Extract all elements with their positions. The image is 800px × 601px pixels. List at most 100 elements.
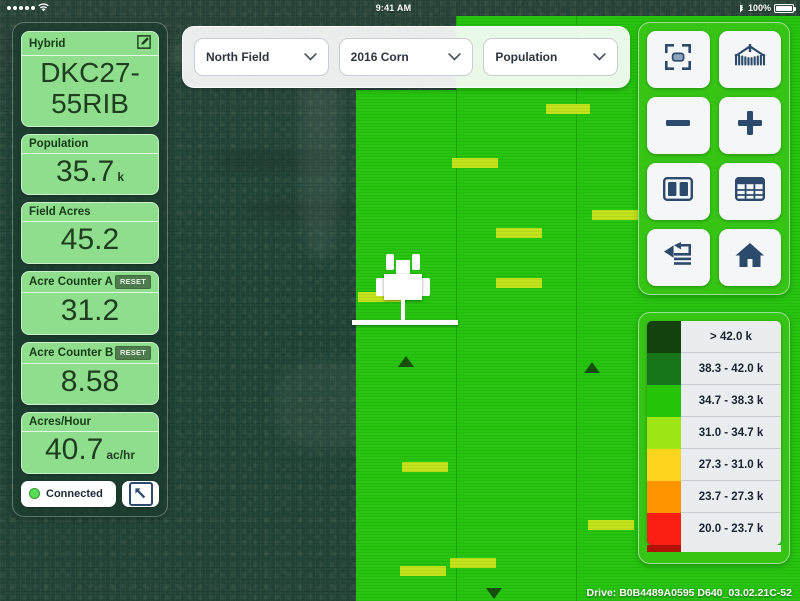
chevron-down-icon	[304, 50, 317, 64]
metric-card-acre-counter-b[interactable]: Acre Counter BRESET 8.58	[21, 342, 159, 406]
legend-swatch	[647, 417, 681, 449]
status-bar-time: 9:41 AM	[49, 3, 738, 13]
metric-card-value: 8.58	[61, 365, 119, 399]
legend-range-label: > 42.0 k	[681, 321, 781, 353]
rate-variance-patch	[452, 158, 498, 168]
metric-card-value: 40.7	[45, 433, 103, 467]
rate-variance-patch	[592, 210, 638, 220]
rate-variance-patch	[546, 104, 590, 114]
legend-tail	[647, 545, 781, 552]
metric-card-label: Acre Counter B	[29, 347, 113, 359]
legend-row: > 42.0 k	[647, 321, 781, 353]
legend-row: 31.0 - 34.7 k	[647, 417, 781, 449]
zoom-to-fit-button[interactable]	[647, 31, 710, 88]
legend-range-label: 20.0 - 23.7 k	[681, 513, 781, 545]
tractor-planter-icon	[370, 252, 440, 332]
minus-icon	[663, 108, 693, 143]
metric-card-label: Field Acres	[29, 206, 91, 218]
rate-variance-patch	[496, 228, 542, 238]
edit-icon[interactable]	[137, 35, 151, 52]
wifi-icon	[38, 3, 49, 14]
metric-card-value: DKC27-55RIB	[32, 57, 148, 120]
layer-select[interactable]: Population	[483, 38, 618, 76]
legend-range-label: 27.3 - 31.0 k	[681, 449, 781, 481]
zoom-to-fit-icon	[663, 42, 693, 77]
table-grid-icon	[735, 177, 765, 206]
metric-card-unit: ac/hr	[106, 449, 135, 462]
legend-swatch	[647, 481, 681, 513]
legend-swatch	[647, 321, 681, 353]
metric-card-label: Hybrid	[29, 38, 65, 50]
plus-icon	[735, 108, 765, 143]
boundary-marker-up	[398, 356, 414, 367]
metrics-sidebar: Hybrid DKC27-55RIB Population 35.7k Field Ac…	[12, 22, 168, 517]
home-icon	[735, 242, 765, 273]
legend-row: 20.0 - 23.7 k	[647, 513, 781, 545]
metric-card-unit: k	[117, 171, 124, 184]
zoom-in-button[interactable]	[719, 97, 782, 154]
rate-variance-patch	[400, 566, 446, 576]
connection-led-icon	[29, 488, 40, 499]
reset-button[interactable]: RESET	[115, 275, 151, 289]
coverage-pass	[356, 90, 456, 601]
rate-variance-patch	[588, 520, 634, 530]
connection-status-label: Connected	[46, 488, 103, 500]
metric-card-acre-counter-a[interactable]: Acre Counter ARESET 31.2	[21, 271, 159, 335]
bluetooth-icon	[738, 2, 745, 15]
connection-status[interactable]: Connected	[21, 481, 116, 507]
select-value: North Field	[206, 50, 269, 64]
zoom-out-button[interactable]	[647, 97, 710, 154]
battery-icon	[774, 4, 794, 13]
legend-row: 23.7 - 27.3 k	[647, 481, 781, 513]
select-value: 2016 Corn	[351, 50, 409, 64]
chevron-down-icon	[593, 50, 606, 64]
legend-swatch	[647, 385, 681, 417]
metric-card-field-acres[interactable]: Field Acres 45.2	[21, 202, 159, 264]
split-view-button[interactable]	[647, 163, 710, 220]
table-view-button[interactable]	[719, 163, 782, 220]
chevron-down-icon	[448, 50, 461, 64]
metric-card-acres-hour[interactable]: Acres/Hour 40.7ac/hr	[21, 412, 159, 474]
legend-swatch	[647, 513, 681, 545]
rate-variance-patch	[402, 462, 448, 472]
boundary-marker-down	[486, 588, 502, 599]
back-to-list-button[interactable]	[647, 229, 710, 286]
recenter-map-button[interactable]	[122, 481, 159, 507]
select-value: Population	[495, 50, 557, 64]
season-select[interactable]: 2016 Corn	[339, 38, 474, 76]
reset-button[interactable]: RESET	[115, 346, 151, 360]
metric-card-value: 35.7	[56, 155, 114, 189]
map-legend: > 42.0 k38.3 - 42.0 k34.7 - 38.3 k31.0 -…	[638, 312, 790, 564]
metric-card-value: 31.2	[61, 294, 119, 328]
back-arrow-list-icon	[663, 242, 693, 273]
drive-info-label: Drive: B0B4489A0595 D640_03.02.21C-52	[587, 587, 792, 599]
metric-card-hybrid[interactable]: Hybrid DKC27-55RIB	[21, 31, 159, 127]
ios-status-bar: 9:41 AM 100%	[0, 0, 800, 16]
metric-card-population[interactable]: Population 35.7k	[21, 134, 159, 196]
legend-range-label: 38.3 - 42.0 k	[681, 353, 781, 385]
legend-range-label: 34.7 - 38.3 k	[681, 385, 781, 417]
selector-toolbar: North Field 2016 Corn Population	[182, 26, 630, 88]
legend-row: 34.7 - 38.3 k	[647, 385, 781, 417]
legend-swatch	[647, 353, 681, 385]
planter-view-button[interactable]	[719, 31, 782, 88]
recenter-arrow-icon	[129, 482, 153, 506]
boundary-marker-up	[584, 362, 600, 373]
field-select[interactable]: North Field	[194, 38, 329, 76]
metric-card-value: 45.2	[61, 223, 119, 257]
map-tools-toolbar	[638, 22, 790, 295]
legend-range-label: 31.0 - 34.7 k	[681, 417, 781, 449]
home-button[interactable]	[719, 229, 782, 286]
metric-card-label: Acres/Hour	[29, 416, 91, 428]
legend-row: 27.3 - 31.0 k	[647, 449, 781, 481]
legend-range-label: 23.7 - 27.3 k	[681, 481, 781, 513]
rate-variance-patch	[496, 278, 542, 288]
planter-icon	[733, 44, 767, 75]
metric-card-label: Population	[29, 138, 88, 150]
battery-percent-label: 100%	[748, 3, 771, 13]
metric-card-label: Acre Counter A	[29, 276, 113, 288]
signal-strength-icon	[7, 6, 35, 10]
split-panel-icon	[663, 177, 693, 206]
rate-variance-patch	[450, 558, 496, 568]
legend-swatch	[647, 449, 681, 481]
